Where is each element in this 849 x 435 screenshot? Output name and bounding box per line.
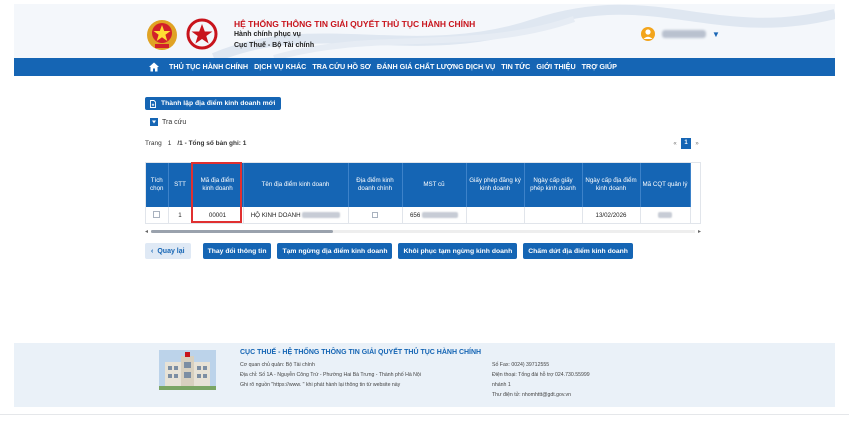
pagination-next-button[interactable]: » xyxy=(693,141,701,147)
action-bar: ‹ Quay lại Thay đổi thông tin Tạm ngừng … xyxy=(145,243,633,259)
column-header-select: Tích chọn xyxy=(146,163,169,207)
column-header-main-location: Địa điểm kinh doanh chính xyxy=(348,163,403,207)
new-document-icon xyxy=(150,99,156,108)
footer-address: Địa chỉ: Số 1A - Nguyễn Công Trứ - Phườn… xyxy=(240,372,421,378)
page-number-input[interactable]: 1 xyxy=(168,140,172,147)
redacted-office-code xyxy=(658,212,672,219)
search-toggle-label: Tra cứu xyxy=(162,118,187,126)
row-location-name-text: HỘ KINH DOANH xyxy=(250,212,301,219)
nav-items: THỦ TỤC HÀNH CHÍNH DỊCH VỤ KHÁC TRA CỨU … xyxy=(166,58,620,76)
system-subtitle-service: Hành chính phục vụ xyxy=(234,31,301,38)
nav-item-dossier-lookup[interactable]: TRA CỨU HỒ SƠ xyxy=(309,58,374,76)
column-header-location-code: Mã địa điểm kinh doanh xyxy=(192,163,244,207)
user-avatar-icon xyxy=(641,27,655,41)
column-header-index: STT xyxy=(168,163,193,207)
tax-department-logo-icon xyxy=(186,18,218,50)
row-main-location xyxy=(348,207,403,223)
terminate-location-button[interactable]: Chấm dứt địa điểm kinh doanh xyxy=(523,243,633,259)
page: HỆ THỐNG THÔNG TIN GIẢI QUYẾT THỦ TỤC HÀ… xyxy=(0,0,849,435)
row-location-name: HỘ KINH DOANH xyxy=(243,207,349,223)
column-header-business-license: Giấy phép đăng ký kinh doanh xyxy=(466,163,525,207)
scrollbar-thumb[interactable] xyxy=(151,230,333,233)
bottom-divider xyxy=(0,414,849,415)
pagination: « 1 » xyxy=(671,138,701,149)
column-header-license-issue-date: Ngày cấp giấy phép kinh doanh xyxy=(524,163,583,207)
new-business-location-label: Thành lập địa điểm kinh doanh mới xyxy=(161,100,276,107)
pagination-page-1[interactable]: 1 xyxy=(681,138,691,149)
column-header-location-name: Tên địa điểm kinh doanh xyxy=(243,163,349,207)
nav-item-about[interactable]: GIỚI THIỆU xyxy=(533,58,578,76)
site-footer: CỤC THUẾ - HỆ THỐNG THÔNG TIN GIẢI QUYẾT… xyxy=(14,343,835,407)
nav-item-help[interactable]: TRỢ GIÚP xyxy=(579,58,620,76)
redacted-name xyxy=(302,212,341,219)
row-index: 1 xyxy=(168,207,193,223)
system-title: HỆ THỐNG THÔNG TIN GIẢI QUYẾT THỦ TỤC HÀ… xyxy=(234,19,476,29)
row-location-issue-date: 13/02/2026 xyxy=(582,207,641,223)
expand-caret-icon xyxy=(150,118,158,126)
row-select-checkbox[interactable] xyxy=(153,211,161,218)
national-emblem-icon xyxy=(147,20,177,50)
footer-email: Thư điện tử: nhomhttt@gdt.gov.vn xyxy=(492,392,572,398)
scroll-left-arrow-icon[interactable]: ◂ xyxy=(145,228,148,235)
column-header-tax-office-code: Mã CQT quản lý xyxy=(640,163,691,207)
record-summary: /1 - Tổng số bản ghi: 1 xyxy=(177,140,247,147)
footer-title: CỤC THUẾ - HỆ THỐNG THÔNG TIN GIẢI QUYẾT… xyxy=(240,349,482,356)
row-business-license xyxy=(466,207,525,223)
back-button[interactable]: ‹ Quay lại xyxy=(145,243,191,259)
row-old-tax-id-text: 656 xyxy=(409,212,421,219)
table-header-row: Tích chọn STT Mã địa điểm kinh doanh Tên… xyxy=(146,163,691,207)
chevron-left-icon: ‹ xyxy=(151,247,154,255)
redacted-tax-id xyxy=(422,212,459,219)
nav-item-administrative-procedures[interactable]: THỦ TỤC HÀNH CHÍNH xyxy=(166,58,251,76)
new-business-location-button[interactable]: Thành lập địa điểm kinh doanh mới xyxy=(145,97,281,110)
business-location-table: Tích chọn STT Mã địa điểm kinh doanh Tên… xyxy=(145,162,701,224)
table-horizontal-scrollbar[interactable]: ◂ ▸ xyxy=(145,228,701,235)
search-toggle[interactable]: Tra cứu xyxy=(150,118,186,126)
suspend-location-button[interactable]: Tạm ngừng địa điểm kinh doanh xyxy=(277,243,393,259)
row-select-cell[interactable] xyxy=(146,207,169,223)
main-nav: THỦ TỤC HÀNH CHÍNH DỊCH VỤ KHÁC TRA CỨU … xyxy=(14,58,835,76)
footer-source-note: Ghi rõ nguồn "https://www. " khi phát hà… xyxy=(240,382,401,388)
paging-info: Trang 1 /1 - Tổng số bản ghi: 1 xyxy=(145,140,246,147)
row-old-tax-id: 656 xyxy=(402,207,467,223)
user-name-redacted xyxy=(662,30,706,38)
main-location-checkbox xyxy=(372,211,378,218)
row-tax-office-code xyxy=(640,207,691,223)
footer-hotline: Điện thoại: Tổng đài hỗ trợ 024.730.5599… xyxy=(492,372,590,378)
headquarters-building-image xyxy=(159,350,216,390)
row-location-code: 00001 xyxy=(192,207,244,223)
change-info-button[interactable]: Thay đổi thông tin xyxy=(202,243,272,259)
system-subtitle-agency: Cục Thuế - Bộ Tài chính xyxy=(234,42,315,49)
table-row[interactable]: 1 00001 HỘ KINH DOANH 656 13/02/2026 xyxy=(146,207,691,223)
back-button-label: Quay lại xyxy=(157,247,185,255)
row-license-issue-date xyxy=(524,207,583,223)
footer-fax: Số Fax: 0024) 39712555 xyxy=(492,362,550,368)
footer-branch: nhánh 1 xyxy=(492,382,511,388)
nav-item-other-services[interactable]: DỊCH VỤ KHÁC xyxy=(251,58,309,76)
pagination-prev-button[interactable]: « xyxy=(671,141,679,147)
column-header-location-issue-date: Ngày cấp địa điểm kinh doanh xyxy=(582,163,641,207)
nav-item-news[interactable]: TIN TỨC xyxy=(498,58,533,76)
column-header-old-tax-id: MST cũ xyxy=(402,163,467,207)
site-header: HỆ THỐNG THÔNG TIN GIẢI QUYẾT THỦ TỤC HÀ… xyxy=(14,4,835,58)
user-menu[interactable]: ▼ xyxy=(640,26,720,42)
home-icon[interactable] xyxy=(148,61,160,73)
page-label: Trang xyxy=(145,140,162,147)
chevron-down-icon[interactable]: ▼ xyxy=(712,30,720,39)
resume-suspension-button[interactable]: Khôi phục tạm ngừng kinh doanh xyxy=(398,243,518,259)
scroll-right-arrow-icon[interactable]: ▸ xyxy=(698,228,701,235)
nav-item-service-quality[interactable]: ĐÁNH GIÁ CHẤT LƯỢNG DỊCH VỤ xyxy=(374,58,498,76)
footer-agency: Cơ quan chủ quản: Bộ Tài chính xyxy=(240,362,315,368)
